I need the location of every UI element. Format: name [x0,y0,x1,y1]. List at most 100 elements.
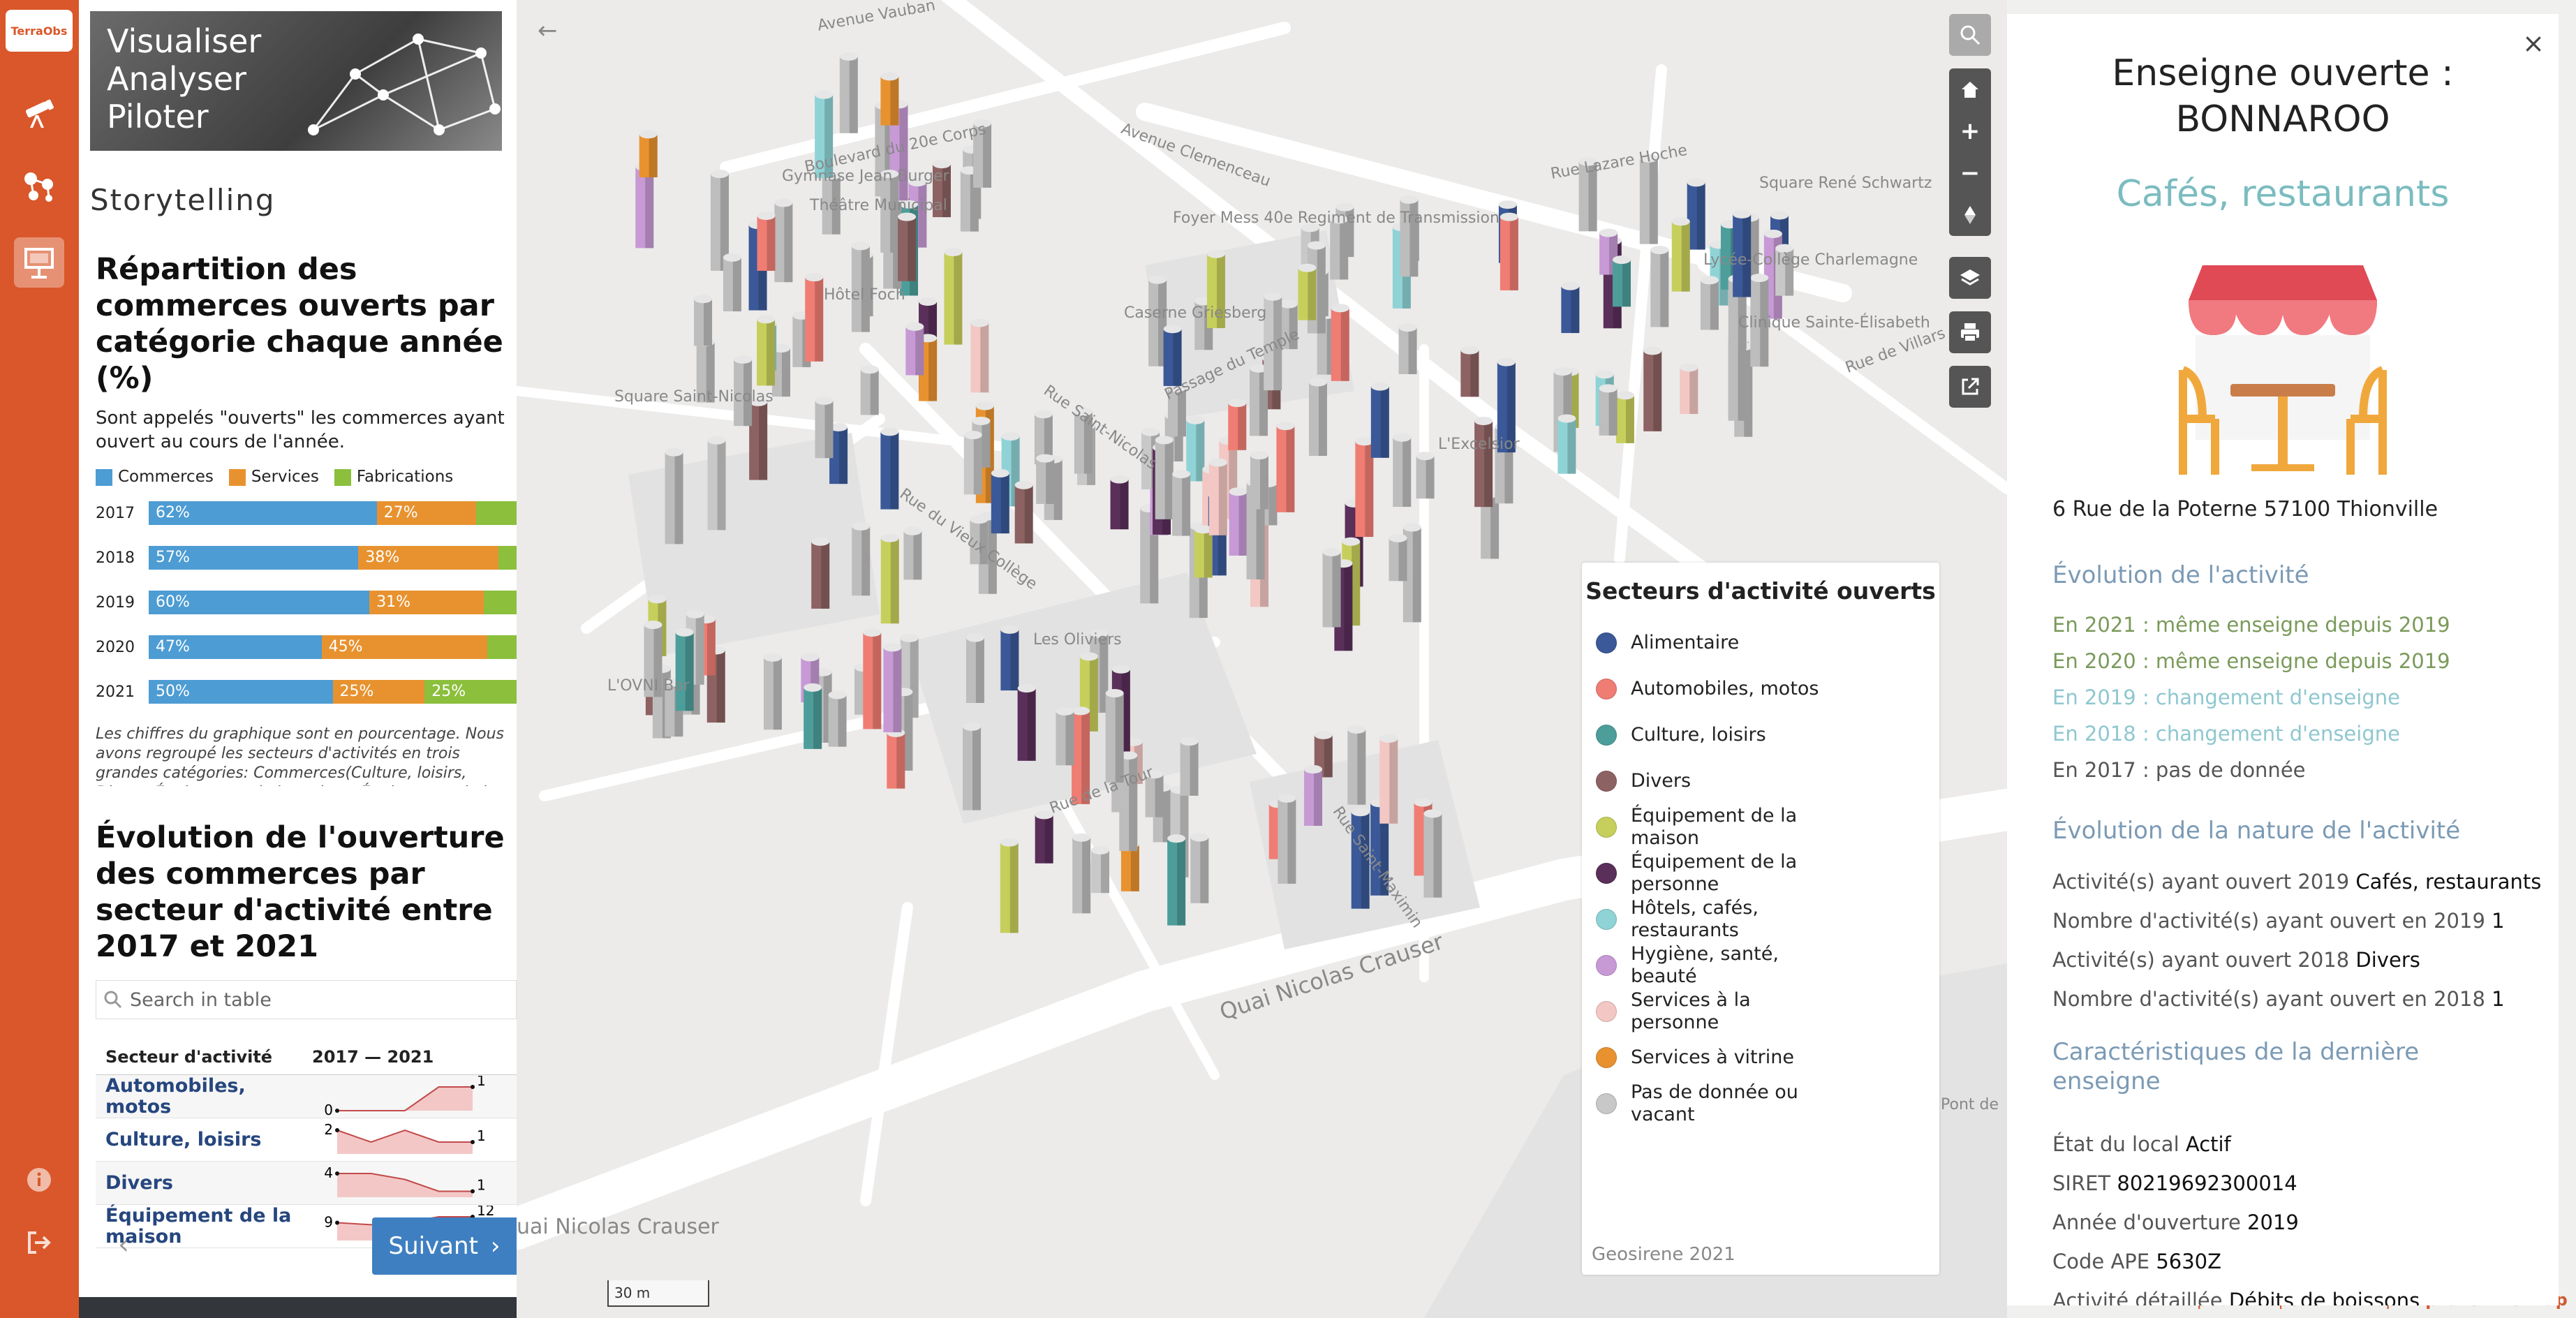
legend-item[interactable]: Pas de donnée ou vacant [1596,1081,1939,1127]
activity-column[interactable] [828,690,847,747]
activity-column[interactable] [1017,683,1036,761]
chart-bar-segment[interactable]: 25% [332,680,425,704]
legend-item[interactable]: Hôtels, cafés, restaurants [1596,896,1939,942]
chart-bar-segment[interactable]: 62% [149,501,377,525]
activity-column[interactable] [898,212,917,281]
activity-column[interactable] [1298,263,1317,320]
chart-bar-segment[interactable]: 31% [369,591,484,614]
activity-column[interactable] [1643,346,1662,431]
activity-column[interactable] [852,521,871,596]
activity-column[interactable] [903,526,922,580]
activity-column[interactable] [1671,217,1690,292]
activity-column[interactable] [694,295,713,346]
activity-column[interactable] [880,427,899,510]
legend-item[interactable]: Divers [1596,758,1939,804]
table-search[interactable]: Search in table [96,980,517,1019]
sector-label[interactable]: Divers [96,1172,312,1194]
activity-column[interactable] [1347,725,1366,805]
activity-column[interactable] [1000,625,1019,691]
chart-bar-segment[interactable]: 38% [358,546,498,570]
activity-column[interactable] [774,198,793,283]
activity-column[interactable] [1110,475,1129,530]
activity-column[interactable] [944,247,963,345]
activity-column[interactable] [1208,458,1227,535]
activity-column[interactable] [1557,414,1576,474]
activity-column[interactable] [1416,452,1435,499]
map-view[interactable]: Avenue Vauban Boulevard du 20e Corps Gymna… [517,0,2007,1318]
activity-column[interactable] [1276,422,1295,512]
activity-column[interactable] [1650,246,1669,327]
activity-column[interactable] [639,130,658,178]
activity-column[interactable] [883,643,902,732]
chart-bar-segment[interactable]: 27% [376,501,477,525]
table-row[interactable]: Divers 4 1 [96,1162,517,1205]
compass-icon[interactable] [1949,194,1991,236]
zoom-in-icon[interactable]: + [1949,110,1991,152]
activity-column[interactable] [887,728,905,789]
activity-column[interactable] [1035,810,1053,864]
activity-column[interactable] [1379,734,1398,824]
activity-column[interactable] [1393,433,1412,508]
activity-column[interactable] [1250,451,1268,510]
activity-column[interactable] [1460,346,1479,397]
app-logo[interactable]: TerraObs [6,10,73,52]
activity-column[interactable] [1163,325,1182,386]
network-button[interactable] [14,162,64,212]
chart-bar-segment[interactable]: 50% [149,680,333,704]
layers-button[interactable] [1949,257,1991,299]
activity-column[interactable] [839,52,858,133]
activity-column[interactable] [757,211,776,271]
legend-item[interactable]: Services à vitrine [1596,1035,1939,1081]
activity-column[interactable] [1014,480,1033,544]
activity-column[interactable] [811,537,830,609]
activity-column[interactable] [1322,547,1341,628]
share-button[interactable] [1949,366,1991,408]
activity-column[interactable] [1186,415,1205,482]
activity-column[interactable] [991,468,1009,534]
chart-bar-segment[interactable]: 60% [149,591,370,614]
table-row[interactable]: Culture, loisirs 2 1 [96,1118,517,1162]
activity-column[interactable] [1056,706,1074,766]
activity-column[interactable] [880,72,899,126]
activity-column[interactable] [1105,689,1124,783]
activity-column[interactable] [880,533,899,624]
activity-column[interactable] [1639,154,1658,244]
map-search-button[interactable] [1949,14,1991,56]
activity-column[interactable] [1229,487,1248,556]
activity-column[interactable] [1180,737,1199,796]
sector-label[interactable]: Culture, loisirs [96,1129,312,1150]
activity-column[interactable] [963,431,982,495]
activity-column[interactable] [805,273,824,362]
home-icon[interactable] [1949,68,1991,110]
activity-column[interactable] [1500,212,1518,290]
sector-label[interactable]: Automobiles, motos [96,1075,312,1118]
activity-column[interactable] [860,365,879,415]
legend-item[interactable]: Automobiles, motos [1596,666,1939,712]
activity-column[interactable] [1190,833,1209,903]
activity-column[interactable] [1000,838,1019,933]
activity-column[interactable] [1615,391,1634,443]
activity-column[interactable] [1423,809,1442,898]
activity-column[interactable] [1398,323,1417,374]
chart-bar-segment[interactable]: 57% [149,546,359,570]
activity-column[interactable] [723,253,741,312]
activity-column[interactable] [970,318,989,393]
activity-column[interactable] [1331,304,1349,381]
legend-item[interactable]: Culture, loisirs [1596,712,1939,758]
activity-column[interactable] [1036,454,1055,504]
activity-column[interactable] [1728,335,1747,421]
activity-column[interactable] [1355,437,1374,538]
legend-item[interactable]: Équipement de la maison [1596,804,1939,850]
activity-column[interactable] [804,683,822,749]
back-arrow-icon[interactable]: ← [538,17,558,45]
chart-bar-segment[interactable] [487,635,517,659]
legend-item[interactable]: Hygiène, santé, beauté [1596,942,1939,988]
activity-column[interactable] [1172,470,1191,536]
activity-column[interactable] [707,436,726,531]
table-row[interactable]: Automobiles, motos 0 1 [96,1075,517,1118]
activity-column[interactable] [1613,256,1631,307]
activity-column[interactable] [1680,363,1698,415]
activity-column[interactable] [763,653,782,730]
activity-column[interactable] [965,633,984,704]
activity-column[interactable] [1370,382,1389,458]
